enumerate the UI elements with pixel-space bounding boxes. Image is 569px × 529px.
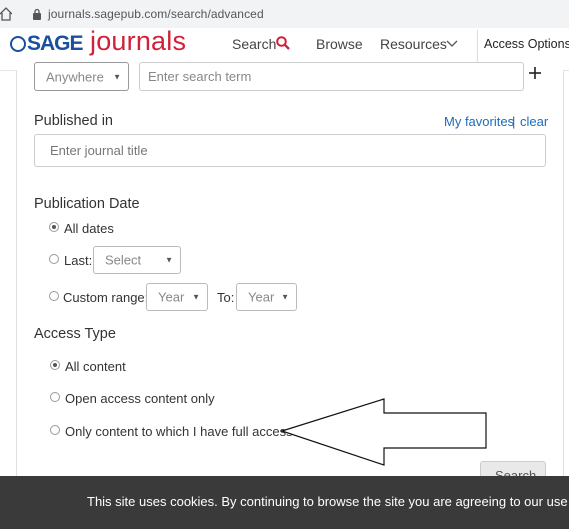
- full-access-label[interactable]: Only content to which I have full access: [65, 424, 293, 439]
- from-year-select-value: Year: [158, 289, 185, 305]
- cookie-banner: This site uses cookies. By continuing to…: [0, 476, 569, 529]
- caret-down-icon: ▼: [192, 292, 200, 302]
- to-year-select-value: Year: [248, 289, 275, 305]
- sage-logo-mark-icon: [10, 36, 26, 52]
- caret-down-icon: ▼: [113, 72, 121, 81]
- journal-title-placeholder: Enter journal title: [50, 143, 148, 158]
- radio-all-content[interactable]: [50, 360, 60, 370]
- nav-resources[interactable]: Resources: [380, 36, 447, 52]
- radio-custom-range[interactable]: [49, 291, 59, 301]
- url-text[interactable]: journals.sagepub.com/search/advanced: [48, 7, 264, 21]
- search-field-select-value: Anywhere: [46, 69, 104, 84]
- all-dates-label[interactable]: All dates: [64, 221, 114, 236]
- last-label[interactable]: Last:: [64, 253, 92, 268]
- home-icon[interactable]: [0, 7, 12, 21]
- chevron-down-icon[interactable]: [446, 40, 458, 48]
- my-favorites-link[interactable]: My favorites: [444, 114, 514, 129]
- journal-title-input[interactable]: Enter journal title: [34, 134, 546, 167]
- from-year-select[interactable]: Year ▼: [146, 283, 208, 311]
- nav-browse[interactable]: Browse: [316, 36, 363, 52]
- radio-full-access[interactable]: [50, 425, 60, 435]
- search-field-select[interactable]: Anywhere ▼: [34, 62, 129, 91]
- radio-all-dates[interactable]: [49, 222, 59, 232]
- to-label: To:: [217, 290, 235, 305]
- last-period-select[interactable]: Select ▼: [93, 246, 181, 274]
- lock-icon: [33, 8, 41, 20]
- caret-down-icon: ▼: [281, 292, 289, 302]
- to-year-select[interactable]: Year ▼: [236, 283, 297, 311]
- search-term-input[interactable]: Enter search term: [139, 62, 524, 91]
- annotation-arrow-icon: [280, 398, 487, 466]
- publication-date-label: Publication Date: [34, 196, 140, 212]
- caret-down-icon: ▼: [165, 255, 173, 265]
- radio-open-access[interactable]: [50, 392, 60, 402]
- link-separator: |: [512, 114, 516, 129]
- nav-search[interactable]: Search: [232, 36, 276, 52]
- plus-icon[interactable]: [528, 66, 542, 80]
- all-content-label[interactable]: All content: [65, 359, 126, 374]
- custom-range-label[interactable]: Custom range:: [63, 290, 148, 305]
- nav-access-options[interactable]: Access Options:: [484, 37, 569, 51]
- clear-link[interactable]: clear: [520, 114, 548, 129]
- search-term-placeholder: Enter search term: [148, 69, 252, 84]
- search-icon[interactable]: [276, 36, 290, 50]
- last-period-select-value: Select: [105, 252, 142, 268]
- open-access-label[interactable]: Open access content only: [65, 391, 215, 406]
- published-in-label: Published in: [34, 113, 113, 129]
- radio-last[interactable]: [49, 254, 59, 264]
- cookie-banner-text: This site uses cookies. By continuing to…: [87, 494, 569, 509]
- sage-logo[interactable]: SAGE: [10, 32, 84, 56]
- access-type-label: Access Type: [34, 326, 116, 342]
- journals-logo[interactable]: journals: [90, 26, 186, 57]
